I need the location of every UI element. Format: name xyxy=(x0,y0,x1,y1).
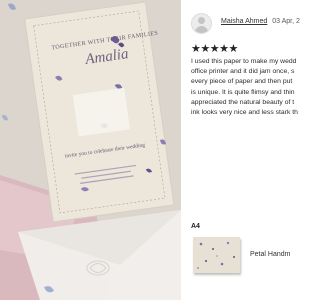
reviewer-row: Maisha Ahmed 03 Apr, 2 xyxy=(221,18,300,25)
product-photo: TOGETHER WITH THEIR FAMILIES Amalia invi… xyxy=(0,0,181,300)
review-text-line: ink looks very nice and less stark th xyxy=(191,108,298,116)
review-text: I used this paper to make my wedd office… xyxy=(191,57,300,118)
avatar-head-icon xyxy=(198,17,205,24)
reviewer-name-link[interactable]: Maisha Ahmed xyxy=(221,18,267,25)
review-text-line: office printer and it did jam once, s xyxy=(191,68,295,76)
review-text-line: is unique. It is quite flimsy and thin xyxy=(191,88,295,96)
review-text-line: I used this paper to make my wedd xyxy=(191,58,297,65)
star-rating: ★★★★★ xyxy=(191,43,238,55)
variant-label: A4 xyxy=(191,223,200,230)
review-text-line: every piece of paper and then put xyxy=(191,78,293,86)
avatar[interactable] xyxy=(191,13,212,34)
review-panel: Maisha Ahmed 03 Apr, 2 ★★★★★ I used this… xyxy=(181,0,300,300)
product-name-link[interactable]: Petal Handm xyxy=(250,251,290,258)
review-date: 03 Apr, 2 xyxy=(272,18,300,25)
review-text-line: appreciated the natural beauty of t xyxy=(191,98,295,106)
seed-paper-icon xyxy=(193,237,240,273)
product-thumbnail[interactable] xyxy=(193,237,240,273)
avatar-body-icon xyxy=(195,26,208,33)
